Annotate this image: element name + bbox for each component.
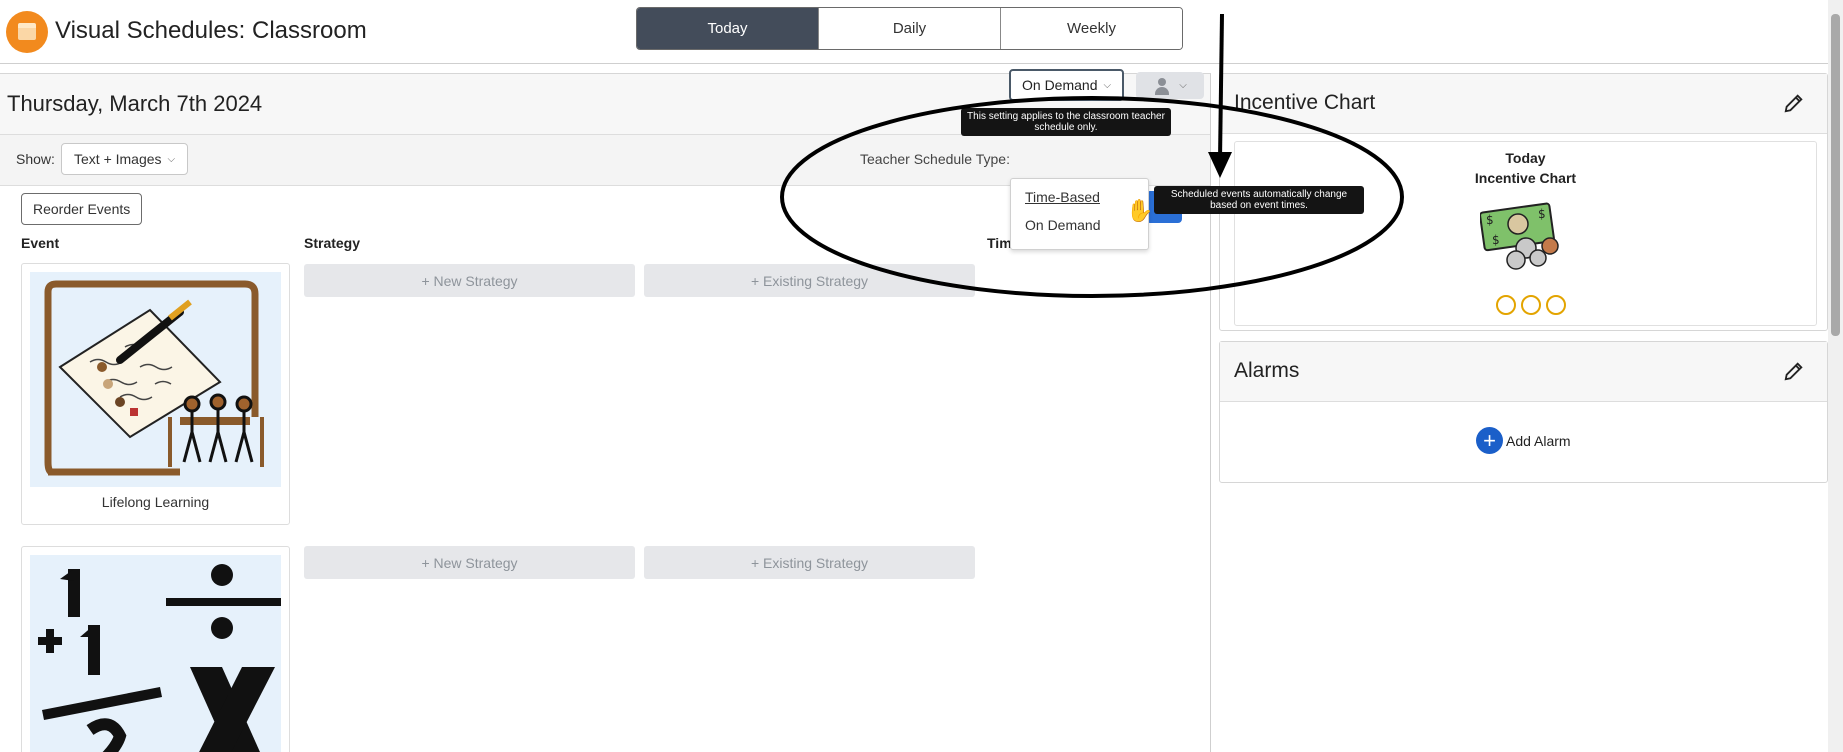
token-circle [1496, 295, 1516, 315]
tab-daily[interactable]: Daily [819, 8, 1001, 49]
event-card[interactable]: Lifelong Learning [21, 263, 290, 525]
incentive-card-title: Incentive Chart [1474, 170, 1577, 186]
chevron-down-icon: ⌵ [1103, 79, 1112, 91]
show-label: Show: [16, 151, 55, 167]
token-circle [1521, 295, 1541, 315]
existing-strategy-button[interactable]: + Existing Strategy [644, 546, 975, 579]
teacher-schedule-type-select[interactable]: On Demand ⌵ [1009, 69, 1125, 101]
show-select-value: Text + Images [74, 151, 162, 167]
lifelong-learning-image [30, 272, 281, 487]
time-based-tooltip: Scheduled events automatically change ba… [1154, 186, 1364, 214]
incentive-chart-title: Incentive Chart [1234, 91, 1376, 114]
dropdown-item-on-demand[interactable]: On Demand [1025, 217, 1100, 233]
user-select[interactable]: ⌵ [1136, 72, 1204, 99]
new-strategy-button[interactable]: + New Strategy [304, 546, 635, 579]
calendar-app-icon [6, 11, 48, 53]
event-card[interactable] [21, 546, 290, 752]
page-title: Visual Schedules: Classroom [55, 17, 367, 44]
pencil-icon[interactable] [1783, 360, 1805, 382]
money-icon: $ $ $ [1480, 202, 1559, 270]
plus-icon: + [1476, 427, 1503, 454]
add-alarm-label: Add Alarm [1506, 432, 1571, 449]
svg-text:$: $ [1492, 233, 1500, 247]
incentive-chart-card[interactable]: Today Incentive Chart $ $ $ [1234, 141, 1817, 326]
add-alarm-button[interactable]: + Add Alarm [1476, 427, 1571, 454]
page-scrollbar[interactable] [1828, 0, 1843, 752]
app-root: Visual Schedules: Classroom Today Daily … [0, 0, 1843, 752]
token-circle [1546, 295, 1566, 315]
new-strategy-button[interactable]: + New Strategy [304, 264, 635, 297]
user-icon [1153, 77, 1171, 95]
chevron-down-icon: ⌵ [1179, 80, 1187, 91]
incentive-chart-header: Incentive Chart [1220, 74, 1827, 134]
tab-today[interactable]: Today [637, 8, 819, 49]
setting-tooltip: This setting applies to the classroom te… [961, 108, 1171, 136]
svg-text:$: $ [1538, 207, 1546, 221]
column-header-event: Event [21, 235, 60, 251]
teacher-schedule-type-label: Teacher Schedule Type: [860, 151, 1010, 167]
hand-pointer-icon: ✋ [1126, 198, 1154, 223]
chevron-down-icon: ⌵ [167, 153, 176, 165]
show-select[interactable]: Text + Images ⌵ [61, 143, 189, 175]
svg-text:$: $ [1486, 213, 1494, 227]
incentive-card-day: Today [1505, 150, 1546, 166]
scrollbar-thumb[interactable] [1831, 14, 1840, 336]
top-header: Visual Schedules: Classroom Today Daily … [0, 0, 1828, 64]
alarms-header: Alarms [1220, 342, 1827, 402]
event-name: Lifelong Learning [101, 494, 210, 510]
teacher-schedule-type-value: On Demand [1022, 77, 1098, 93]
schedule-date: Thursday, March 7th 2024 [7, 91, 263, 116]
math-image [30, 555, 281, 752]
alarms-panel: Alarms + Add Alarm [1219, 341, 1828, 483]
tab-weekly[interactable]: Weekly [1001, 8, 1182, 49]
pencil-icon[interactable] [1783, 92, 1805, 114]
dropdown-item-time-based[interactable]: Time-Based [1025, 189, 1100, 205]
existing-strategy-button[interactable]: + Existing Strategy [644, 264, 975, 297]
view-tabs: Today Daily Weekly [636, 7, 1183, 50]
reorder-events-button[interactable]: Reorder Events [21, 193, 143, 225]
column-header-strategy: Strategy [304, 235, 361, 251]
alarms-title: Alarms [1234, 359, 1300, 382]
